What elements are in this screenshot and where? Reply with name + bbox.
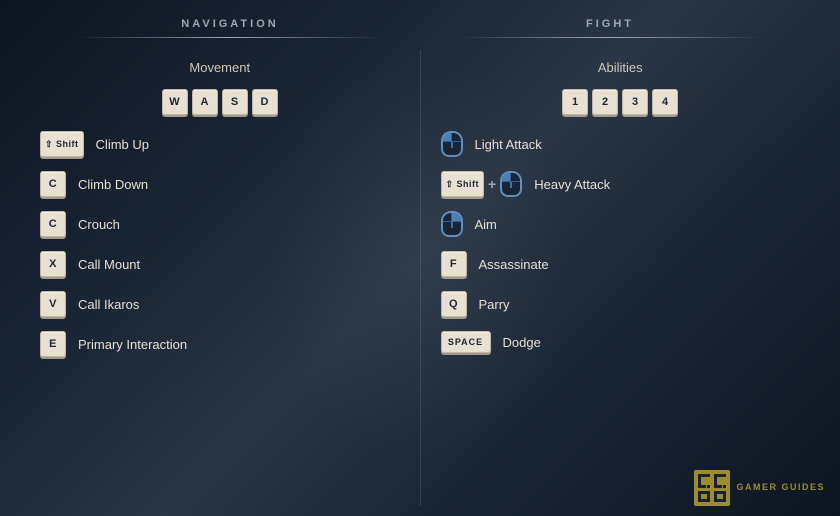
key-w: W xyxy=(162,89,188,115)
mouse-right-icon xyxy=(441,211,463,237)
key-d: D xyxy=(252,89,278,115)
fight-section: Abilities 1 2 3 4 Light Attack xyxy=(420,50,821,506)
call-mount-label: Call Mount xyxy=(78,257,140,272)
key-2: 2 xyxy=(592,89,618,115)
sections-body: Movement W A S D ⇧ Shift Climb Up C Clim… xyxy=(0,30,840,516)
climb-down-label: Climb Down xyxy=(78,177,148,192)
heavy-attack-label: Heavy Attack xyxy=(534,177,610,192)
crouch-row: C Crouch xyxy=(40,211,400,237)
key-v-ikaros: V xyxy=(40,291,66,317)
dodge-row: SPACE Dodge xyxy=(441,331,801,353)
key-shift-heavy: ⇧ Shift xyxy=(441,171,485,197)
key-x-mount: X xyxy=(40,251,66,277)
key-3: 3 xyxy=(622,89,648,115)
parry-row: Q Parry xyxy=(441,291,801,317)
climb-up-row: ⇧ Shift Climb Up xyxy=(40,131,400,157)
aim-label: Aim xyxy=(475,217,497,232)
key-4: 4 xyxy=(652,89,678,115)
primary-interaction-label: Primary Interaction xyxy=(78,337,187,352)
heavy-attack-row: ⇧ Shift + Heavy Attack xyxy=(441,171,801,197)
climb-down-row: C Climb Down xyxy=(40,171,400,197)
call-mount-row: X Call Mount xyxy=(40,251,400,277)
assassinate-row: F Assassinate xyxy=(441,251,801,277)
key-space-dodge: SPACE xyxy=(441,331,491,353)
navigation-section: Movement W A S D ⇧ Shift Climb Up C Clim… xyxy=(20,50,420,506)
key-a: A xyxy=(192,89,218,115)
wasd-keys: W A S D xyxy=(40,89,400,115)
fight-section-label: FIGHT xyxy=(420,18,800,30)
heavy-attack-combo: ⇧ Shift + xyxy=(441,171,523,197)
key-s: S xyxy=(222,89,248,115)
parry-label: Parry xyxy=(479,297,510,312)
key-c-crouch: C xyxy=(40,211,66,237)
call-ikaros-row: V Call Ikaros xyxy=(40,291,400,317)
assassinate-label: Assassinate xyxy=(479,257,549,272)
climb-up-label: Climb Up xyxy=(96,137,149,152)
mouse-left-icon xyxy=(441,131,463,157)
key-c-climbdown: C xyxy=(40,171,66,197)
crouch-label: Crouch xyxy=(78,217,120,232)
nav-section-label: NAVIGATION xyxy=(40,18,420,30)
light-attack-row: Light Attack xyxy=(441,131,801,157)
light-attack-label: Light Attack xyxy=(475,137,542,152)
key-1: 1 xyxy=(562,89,588,115)
primary-interaction-row: E Primary Interaction xyxy=(40,331,400,357)
key-q-parry: Q xyxy=(441,291,467,317)
main-content: NAVIGATION FIGHT Movement W A S D ⇧ Shif… xyxy=(0,0,840,516)
key-f-assassinate: F xyxy=(441,251,467,277)
mouse-left-heavy-icon xyxy=(500,171,522,197)
sections-header: NAVIGATION FIGHT xyxy=(0,0,840,30)
plus-sign: + xyxy=(488,176,496,192)
call-ikaros-label: Call Ikaros xyxy=(78,297,139,312)
abilities-label: Abilities xyxy=(441,60,801,75)
number-keys: 1 2 3 4 xyxy=(441,89,801,115)
movement-label: Movement xyxy=(40,60,400,75)
key-e-interact: E xyxy=(40,331,66,357)
aim-row: Aim xyxy=(441,211,801,237)
dodge-label: Dodge xyxy=(503,335,541,350)
key-shift-climb: ⇧ Shift xyxy=(40,131,84,157)
